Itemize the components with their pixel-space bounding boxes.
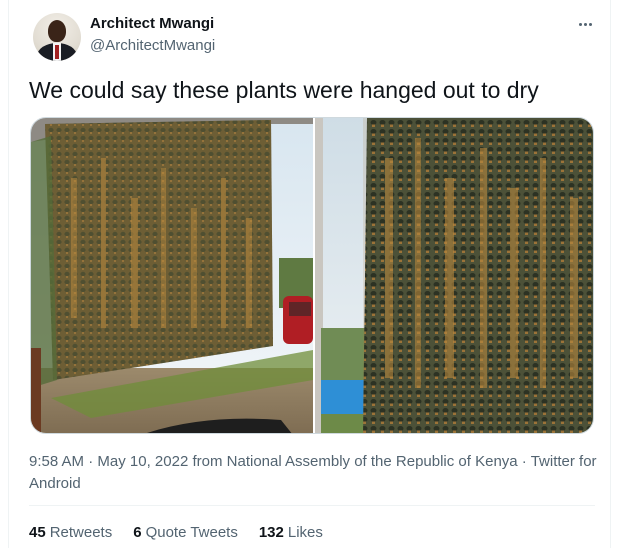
tweet-card: Architect Mwangi @ArchitectMwangi We cou… bbox=[8, 0, 611, 548]
likes-count: 132 bbox=[258, 524, 284, 541]
author-handle[interactable]: @ArchitectMwangi bbox=[90, 37, 215, 54]
right-photo[interactable] bbox=[315, 118, 593, 433]
tweet-time[interactable]: 9:58 AM bbox=[29, 453, 84, 470]
tweet-date[interactable]: May 10, 2022 bbox=[97, 453, 188, 470]
tweet-stats: 45 Retweets 6 Quote Tweets 132 Likes bbox=[29, 524, 323, 541]
meta-separator: · bbox=[84, 453, 98, 470]
quote-tweets-stat[interactable]: 6 Quote Tweets bbox=[133, 524, 238, 541]
tweet-metadata: 9:58 AM · May 10, 2022 from National Ass… bbox=[29, 451, 599, 495]
meta-separator-2: · bbox=[517, 453, 531, 470]
author-display-name[interactable]: Architect Mwangi bbox=[90, 15, 214, 32]
quote-tweets-label: Quote Tweets bbox=[145, 524, 238, 541]
left-photo[interactable] bbox=[31, 118, 313, 433]
likes-label: Likes bbox=[287, 524, 323, 541]
meta-from: from bbox=[188, 453, 227, 470]
avatar-head bbox=[48, 20, 66, 42]
avatar-tie bbox=[55, 45, 59, 59]
quote-tweets-count: 6 bbox=[133, 524, 142, 541]
retweets-stat[interactable]: 45 Retweets bbox=[29, 524, 112, 541]
more-options-button[interactable] bbox=[569, 12, 601, 36]
tweet-media[interactable] bbox=[30, 117, 594, 434]
more-horizontal-icon-dot-2 bbox=[583, 22, 587, 26]
more-horizontal-icon-dot-3 bbox=[588, 22, 592, 26]
avatar[interactable] bbox=[33, 13, 81, 61]
tweet-text: We could say these plants were hanged ou… bbox=[29, 77, 539, 103]
likes-stat[interactable]: 132 Likes bbox=[259, 524, 323, 541]
retweets-count: 45 bbox=[29, 524, 46, 541]
more-horizontal-icon bbox=[578, 22, 582, 26]
stats-divider bbox=[29, 505, 595, 506]
tweet-location[interactable]: National Assembly of the Republic of Ken… bbox=[227, 453, 518, 470]
retweets-label: Retweets bbox=[49, 524, 113, 541]
